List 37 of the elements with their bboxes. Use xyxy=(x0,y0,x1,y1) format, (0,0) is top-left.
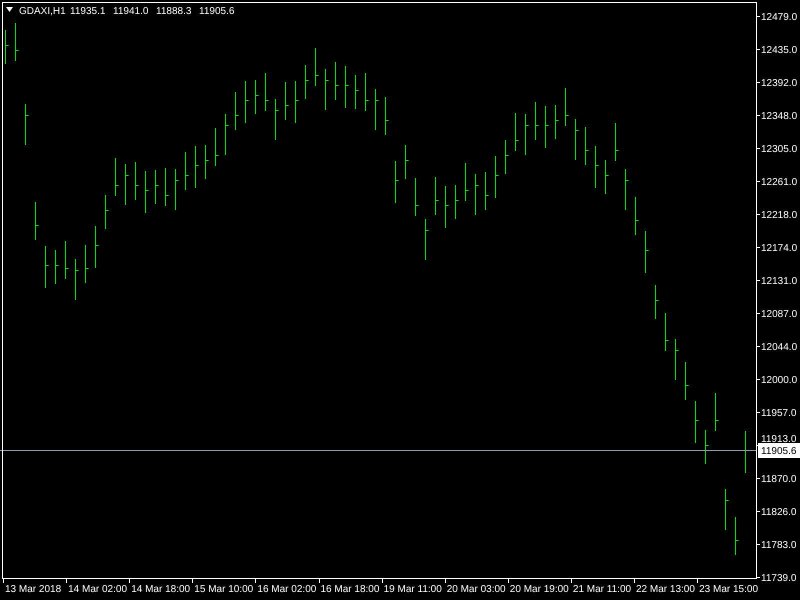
price-label: 11905.6 xyxy=(758,443,800,458)
symbol-label: GDAXI,H1 xyxy=(19,6,66,17)
axis-label: 16 Mar 02:00 xyxy=(257,584,316,595)
quote-value: 11905.6 xyxy=(199,6,234,17)
axis-label: 11826.0 xyxy=(761,507,796,518)
quote-value: 11935.1 xyxy=(70,6,106,17)
axis-label: 12435.0 xyxy=(761,45,798,56)
axis-label: 12174.0 xyxy=(761,243,798,254)
axis-label: 12261.0 xyxy=(761,177,798,188)
quote-value: 11888.3 xyxy=(156,6,192,17)
axis-label: 20 Mar 03:00 xyxy=(446,584,506,595)
axis-label: 11739.0 xyxy=(761,573,796,584)
axis-label: 20 Mar 19:00 xyxy=(510,584,569,595)
axis-label: 12000.0 xyxy=(761,375,798,386)
axis-label: 13 Mar 2018 xyxy=(5,584,62,595)
caret-icon[interactable] xyxy=(6,7,13,12)
axis-label: 14 Mar 02:00 xyxy=(68,584,128,595)
axis-label: 11913.0 xyxy=(761,434,796,445)
axis-label: 15 Mar 10:00 xyxy=(194,584,254,595)
axis-label: 19 Mar 11:00 xyxy=(384,584,442,595)
axis-label: 12479.0 xyxy=(761,12,798,23)
axis-label: 21 Mar 11:00 xyxy=(572,584,632,595)
axis-label: 11783.0 xyxy=(761,540,796,551)
axis-label: 12392.0 xyxy=(761,78,798,89)
quote-value: 11941.0 xyxy=(113,6,148,17)
axis-label: 11957.0 xyxy=(761,408,796,419)
axis-label: 12348.0 xyxy=(761,111,798,122)
axis-label: 23 Mar 15:00 xyxy=(699,584,758,595)
axis-label: 11870.0 xyxy=(761,474,796,485)
axis-label: 14 Mar 18:00 xyxy=(131,584,190,595)
axis-label: 22 Mar 13:00 xyxy=(636,584,695,595)
axis-label: 12218.0 xyxy=(761,210,798,221)
axis-label: 16 Mar 18:00 xyxy=(320,584,380,595)
axis-label: 12305.0 xyxy=(761,144,798,155)
axis-label: 12044.0 xyxy=(761,342,798,353)
axis-label: 12087.0 xyxy=(761,309,798,320)
axis-label: 12131.0 xyxy=(761,276,798,287)
